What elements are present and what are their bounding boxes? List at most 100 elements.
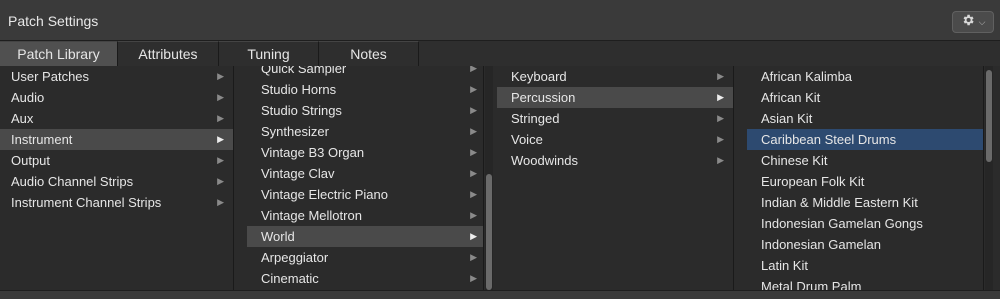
gear-icon	[961, 13, 975, 32]
list-item-label: African Kalimba	[761, 69, 853, 84]
chevron-right-icon: ▶	[217, 176, 224, 186]
list-item-cinematic[interactable]: Cinematic ▶	[247, 268, 483, 289]
chevron-right-icon: ▶	[470, 273, 477, 283]
list-item-label: European Folk Kit	[761, 174, 865, 189]
list-item-label: Keyboard	[511, 69, 567, 84]
patch-browser: User Patches ▶ Audio ▶ Aux ▶ Instrument …	[0, 66, 1000, 299]
title-bar: Patch Settings ⌵	[0, 0, 1000, 41]
chevron-right-icon: ▶	[470, 189, 477, 199]
list-item-label: Studio Strings	[261, 103, 342, 118]
list-item-indonesian-gamelan-gongs[interactable]: Indonesian Gamelan Gongs	[747, 213, 983, 234]
list-item-label: Arpeggiator	[261, 250, 329, 265]
list-item-label: Studio Horns	[261, 82, 337, 97]
chevron-right-icon: ▶	[717, 113, 724, 123]
scrollbar-thumb[interactable]	[486, 174, 492, 290]
list-item-studio-horns[interactable]: Studio Horns ▶	[247, 79, 483, 100]
list-item-keyboard[interactable]: Keyboard ▶	[497, 66, 733, 87]
category-column: User Patches ▶ Audio ▶ Aux ▶ Instrument …	[0, 66, 234, 290]
list-item-world[interactable]: World ▶	[247, 226, 483, 247]
list-item-metal-drum-palm[interactable]: Metal Drum Palm	[747, 276, 983, 290]
list-item-output[interactable]: Output ▶	[0, 150, 233, 171]
list-item-label: Asian Kit	[761, 111, 813, 126]
list-item-european-folk-kit[interactable]: European Folk Kit	[747, 171, 983, 192]
list-item-african-kit[interactable]: African Kit	[747, 87, 983, 108]
list-item-label: Woodwinds	[511, 153, 578, 168]
list-item-asian-kit[interactable]: Asian Kit	[747, 108, 983, 129]
list-item-label: Vintage Mellotron	[261, 208, 362, 223]
list-item-aux[interactable]: Aux ▶	[0, 108, 233, 129]
window-title: Patch Settings	[8, 13, 99, 29]
instrument-column-scrollbar[interactable]	[485, 66, 493, 290]
list-item-vintage-b3-organ[interactable]: Vintage B3 Organ ▶	[247, 142, 483, 163]
list-item-voice[interactable]: Voice ▶	[497, 129, 733, 150]
list-item-vintage-mellotron[interactable]: Vintage Mellotron ▶	[247, 205, 483, 226]
list-item-label: Cinematic	[261, 271, 319, 286]
chevron-right-icon: ▶	[470, 231, 477, 241]
list-item-caribbean-steel-drums[interactable]: Caribbean Steel Drums	[747, 129, 983, 150]
list-item-african-kalimba[interactable]: African Kalimba	[747, 66, 983, 87]
list-item-indian-middle-eastern-kit[interactable]: Indian & Middle Eastern Kit	[747, 192, 983, 213]
chevron-right-icon: ▶	[217, 134, 224, 144]
list-item-studio-strings[interactable]: Studio Strings ▶	[247, 100, 483, 121]
list-item-label: Instrument Channel Strips	[11, 195, 162, 210]
list-item-label: Stringed	[511, 111, 560, 126]
chevron-right-icon: ▶	[217, 71, 224, 81]
list-item-label: Audio	[11, 90, 45, 105]
chevron-right-icon: ▶	[717, 92, 724, 102]
list-item-audio[interactable]: Audio ▶	[0, 87, 233, 108]
tab-patch-library[interactable]: Patch Library	[0, 41, 118, 66]
chevron-right-icon: ▶	[217, 197, 224, 207]
tab-tuning[interactable]: Tuning	[219, 41, 319, 66]
patch-column: African Kalimba African Kit Asian Kit Ca…	[747, 66, 984, 290]
list-item-label: Indonesian Gamelan Gongs	[761, 216, 923, 231]
list-item-audio-channel-strips[interactable]: Audio Channel Strips ▶	[0, 171, 233, 192]
chevron-right-icon: ▶	[217, 113, 224, 123]
world-column: Keyboard ▶ Percussion ▶ Stringed ▶ Voice…	[497, 66, 734, 290]
chevron-right-icon: ▶	[717, 71, 724, 81]
chevron-right-icon: ▶	[470, 210, 477, 220]
chevron-right-icon: ▶	[470, 168, 477, 178]
chevron-right-icon: ▶	[470, 147, 477, 157]
list-item-label: User Patches	[11, 69, 90, 84]
list-item-woodwinds[interactable]: Woodwinds ▶	[497, 150, 733, 171]
list-item-vintage-electric-piano[interactable]: Vintage Electric Piano ▶	[247, 184, 483, 205]
list-item-label: Indian & Middle Eastern Kit	[761, 195, 918, 210]
list-item-label: Vintage Electric Piano	[261, 187, 388, 202]
list-item-indonesian-gamelan[interactable]: Indonesian Gamelan	[747, 234, 983, 255]
gear-menu-button[interactable]: ⌵	[952, 11, 994, 33]
patch-column-scrollbar[interactable]	[985, 66, 993, 290]
list-item-label: Audio Channel Strips	[11, 174, 134, 189]
list-item-label: Aux	[11, 111, 34, 126]
tab-attributes[interactable]: Attributes	[118, 41, 219, 66]
scrollbar-thumb[interactable]	[986, 70, 992, 162]
list-item-label: Quick Sampler	[261, 66, 347, 76]
list-item-label: Latin Kit	[761, 258, 808, 273]
list-item-label: Vintage B3 Organ	[261, 145, 365, 160]
list-item-user-patches[interactable]: User Patches ▶	[0, 66, 233, 87]
list-item-percussion[interactable]: Percussion ▶	[497, 87, 733, 108]
list-item-label: Voice	[511, 132, 543, 147]
list-item-label: Chinese Kit	[761, 153, 828, 168]
list-item-quick-sampler[interactable]: Quick Sampler ▶	[247, 66, 483, 79]
tab-notes[interactable]: Notes	[319, 41, 419, 66]
list-item-vintage-clav[interactable]: Vintage Clav ▶	[247, 163, 483, 184]
list-item-label: World	[261, 229, 295, 244]
chevron-down-icon: ⌵	[978, 16, 986, 27]
bottom-bar	[0, 290, 1000, 299]
chevron-right-icon: ▶	[470, 126, 477, 136]
list-item-arpeggiator[interactable]: Arpeggiator ▶	[247, 247, 483, 268]
tab-bar: Patch Library Attributes Tuning Notes	[0, 41, 1000, 66]
list-item-label: Caribbean Steel Drums	[761, 132, 897, 147]
chevron-right-icon: ▶	[717, 134, 724, 144]
list-item-stringed[interactable]: Stringed ▶	[497, 108, 733, 129]
list-item-label: Vintage Clav	[261, 166, 335, 181]
list-item-latin-kit[interactable]: Latin Kit	[747, 255, 983, 276]
list-item-chinese-kit[interactable]: Chinese Kit	[747, 150, 983, 171]
list-item-instrument[interactable]: Instrument ▶	[0, 129, 233, 150]
chevron-right-icon: ▶	[470, 84, 477, 94]
list-item-synthesizer[interactable]: Synthesizer ▶	[247, 121, 483, 142]
list-item-instrument-channel-strips[interactable]: Instrument Channel Strips ▶	[0, 192, 233, 213]
chevron-right-icon: ▶	[217, 92, 224, 102]
list-item-label: Indonesian Gamelan	[761, 237, 881, 252]
list-item-label: Metal Drum Palm	[761, 279, 862, 290]
